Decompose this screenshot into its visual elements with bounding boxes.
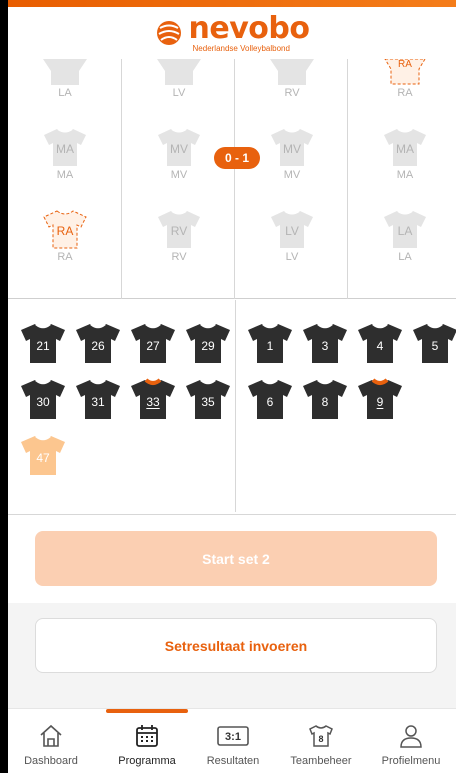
court-position-MV[interactable]: MV MV <box>267 127 317 181</box>
court-position-RA[interactable]: RA RA <box>380 59 430 99</box>
shirt-number: 33 <box>146 395 160 409</box>
shirt-icon: RV <box>158 210 200 248</box>
shirt-icon: 8 <box>309 725 333 747</box>
court-position-RA[interactable]: RA RA <box>40 209 90 263</box>
bench-player-shirt[interactable]: 8 <box>302 378 348 420</box>
svg-text:MV: MV <box>283 142 301 156</box>
shirt-icon <box>43 59 87 85</box>
court-position-RV[interactable]: RV <box>267 59 317 99</box>
shirt-icon: MV <box>158 128 200 166</box>
bench-player-shirt[interactable]: 29 <box>185 322 231 364</box>
svg-text:3:1: 3:1 <box>225 731 241 743</box>
shirt-icon <box>157 59 201 85</box>
bench-player-shirt[interactable]: 35 <box>185 378 231 420</box>
shirt-icon: LA <box>384 210 426 248</box>
court-position-MV[interactable]: MV MV <box>154 127 204 181</box>
bench-player-shirt[interactable]: 33 <box>130 378 176 420</box>
court-position-LV[interactable]: LV LV <box>267 209 317 263</box>
logo-wordmark: nevobo <box>188 10 310 46</box>
shirt-icon: MA <box>384 128 426 166</box>
court-position-MA[interactable]: MA MA <box>40 127 90 181</box>
logo-subtitle: Nederlandse Volleybalbond <box>192 43 290 53</box>
nav-resultaten[interactable]: 3:1 Resultaten <box>188 721 278 767</box>
court-position-LA[interactable]: LA <box>40 59 90 99</box>
shirt-number: 21 <box>36 339 50 353</box>
app-header: nevobo Nederlandse Volleybalbond <box>8 7 456 59</box>
nav-label: Programma <box>118 755 176 767</box>
nav-dashboard[interactable]: Dashboard <box>6 721 96 767</box>
court-position-LA[interactable]: LA LA <box>380 209 430 263</box>
shirt-number: 8 <box>321 395 329 409</box>
bench-player-shirt[interactable]: 47 <box>20 434 66 476</box>
shirt-number: 35 <box>201 395 215 409</box>
screen-edge <box>0 0 8 773</box>
status-accent-bar <box>8 0 456 7</box>
shirt-number: 3 <box>321 339 329 353</box>
bench-player-shirt[interactable]: 31 <box>75 378 121 420</box>
volleyball-logo-icon <box>156 21 181 45</box>
court-position-MA[interactable]: MA MA <box>380 127 430 181</box>
score-icon: 3:1 <box>217 726 249 746</box>
svg-text:RA: RA <box>57 224 74 238</box>
bench-player-shirt[interactable]: 1 <box>247 322 293 364</box>
svg-text:MA: MA <box>56 142 74 156</box>
shirt-icon-highlight: RA <box>384 59 426 85</box>
nav-label: Teambeheer <box>290 755 352 767</box>
bench-player-shirt[interactable]: 30 <box>20 378 66 420</box>
shirt-number: 47 <box>36 451 50 465</box>
bench-player-shirt[interactable]: 4 <box>357 322 403 364</box>
court-field: LA LV RV RA RA MA MA MV MV MV MV MA MA 0… <box>8 59 456 299</box>
shirt-number: 1 <box>266 339 274 353</box>
nav-programma[interactable]: Programma <box>102 721 192 767</box>
nav-teambeheer[interactable]: 8 Teambeheer <box>276 721 366 767</box>
calendar-icon <box>136 725 158 747</box>
bench-player-shirt[interactable]: 5 <box>412 322 456 364</box>
shirt-icon: LV <box>271 210 313 248</box>
active-tab-indicator <box>106 709 188 713</box>
bench-player-shirt[interactable]: 6 <box>247 378 293 420</box>
shirt-number: 6 <box>266 395 274 409</box>
shirt-icon: MV <box>271 128 313 166</box>
bench-player-shirt[interactable]: 9 <box>357 378 403 420</box>
bench-player-shirt[interactable]: 27 <box>130 322 176 364</box>
set-result-button[interactable]: Setresultaat invoeren <box>35 618 437 673</box>
start-set-button[interactable]: Start set 2 <box>35 531 437 586</box>
svg-text:RA: RA <box>398 59 412 70</box>
bench-divider <box>235 300 236 512</box>
person-icon <box>400 725 422 748</box>
shirt-icon <box>270 59 314 85</box>
bottom-navigation: Dashboard Programma 3:1 Resultaten 8 Tea… <box>8 708 456 773</box>
shirt-number: 27 <box>146 339 160 353</box>
bench-player-shirt[interactable]: 3 <box>302 322 348 364</box>
court-position-RV[interactable]: RV RV <box>154 209 204 263</box>
nav-profielmenu[interactable]: Profielmenu <box>366 721 456 767</box>
court-position-LV[interactable]: LV <box>154 59 204 99</box>
bench-player-shirt[interactable]: 21 <box>20 322 66 364</box>
svg-text:8: 8 <box>318 734 323 744</box>
shirt-number: 5 <box>431 339 439 353</box>
nav-label: Dashboard <box>24 755 78 767</box>
svg-text:LV: LV <box>285 224 299 238</box>
nav-label: Profielmenu <box>381 755 441 767</box>
bench-player-shirt[interactable]: 26 <box>75 322 121 364</box>
shirt-icon: MA <box>44 128 86 166</box>
svg-text:LA: LA <box>398 224 413 238</box>
svg-text:MA: MA <box>396 142 414 156</box>
shirt-number: 30 <box>36 395 50 409</box>
shirt-number: 31 <box>91 395 105 409</box>
nevobo-logo: nevobo Nederlandse Volleybalbond <box>155 10 310 53</box>
shirt-number: 9 <box>376 395 384 409</box>
score-badge: 0 - 1 <box>214 147 260 169</box>
bench-area: 21 26 27 29 30 31 33 35 47 1 3 4 5 6 8 9 <box>8 300 456 515</box>
svg-text:MV: MV <box>170 142 188 156</box>
shirt-number: 26 <box>91 339 105 353</box>
svg-text:RV: RV <box>171 224 187 238</box>
app-screen: nevobo Nederlandse Volleybalbond LA LV R… <box>8 0 456 773</box>
nav-label: Resultaten <box>206 755 260 767</box>
shirt-number: 4 <box>376 339 384 353</box>
home-icon <box>40 724 62 747</box>
shirt-icon-highlight: RA <box>43 210 87 249</box>
shirt-number: 29 <box>201 339 215 353</box>
